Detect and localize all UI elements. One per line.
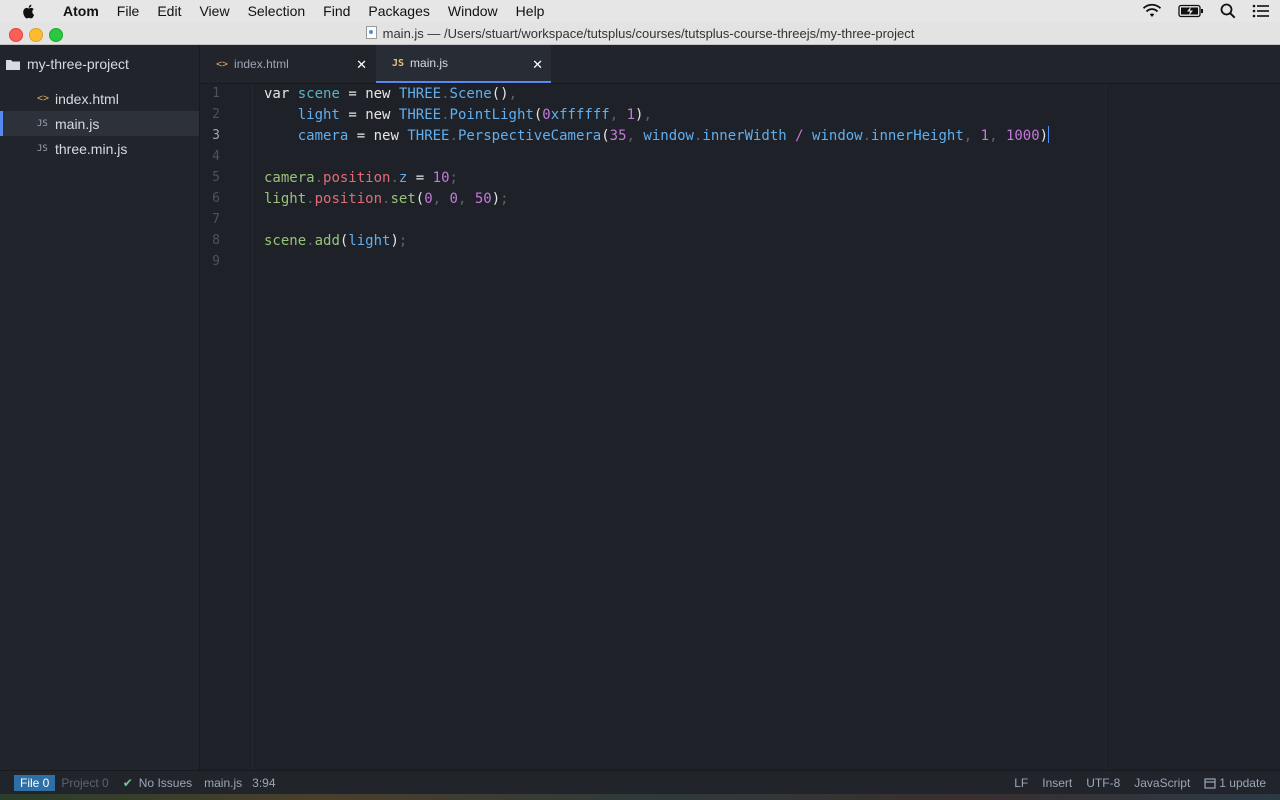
line-number: 2 [212,107,220,122]
package-updates[interactable]: 1 update [1204,776,1266,790]
tree-file-label: main.js [55,115,100,132]
line-number: 8 [212,233,220,248]
code-line[interactable]: light = new THREE.PointLight(0xffffff, 1… [264,105,652,126]
window-title-bar: main.js — /Users/stuart/workspace/tutspl… [0,22,1280,45]
js-file-icon: JS [37,143,48,154]
code-line-current[interactable]: camera = new THREE.PerspectiveCamera(35,… [264,126,1050,147]
menu-find[interactable]: Find [314,0,359,22]
notification-center-icon[interactable] [1252,4,1270,18]
tab-main-js[interactable]: JS main.js ✕ [376,45,551,83]
line-number: 9 [212,254,220,269]
tree-file-index-html[interactable]: <> index.html [0,86,199,111]
line-number: 1 [212,86,220,101]
tab-index-html[interactable]: <> index.html ✕ [200,45,375,83]
status-bar: File 0 Project 0 ✔ No Issues main.js 3:9… [0,770,1280,794]
maximize-window-button[interactable] [49,28,63,42]
menu-file[interactable]: File [108,0,149,22]
tree-view: my-three-project <> index.html JS main.j… [0,45,200,770]
linter-project-count[interactable]: Project 0 [61,776,108,790]
menu-help[interactable]: Help [507,0,554,22]
js-file-icon: JS [37,118,48,129]
html-file-icon: <> [216,58,229,70]
code-line[interactable]: scene.add(light); [264,231,407,252]
line-number: 7 [212,212,220,227]
code-line[interactable]: camera.position.z = 10; [264,168,458,189]
line-number: 5 [212,170,220,185]
text-cursor [1048,126,1050,143]
linter-file-count[interactable]: File 0 [14,775,56,791]
check-icon: ✔ [122,776,133,790]
tree-file-three-min-js[interactable]: JS three.min.js [0,136,199,161]
close-window-button[interactable] [9,28,23,42]
menu-bar-status-area [1142,0,1270,22]
wifi-icon[interactable] [1142,3,1162,19]
js-file-icon: JS [392,57,405,69]
tree-file-main-js[interactable]: JS main.js [0,111,199,136]
cursor-position[interactable]: 3:94 [252,776,275,790]
close-tab-icon[interactable]: ✕ [532,57,543,73]
tree-file-label: index.html [55,90,119,107]
html-file-icon: <> [37,93,50,104]
tree-file-label: three.min.js [55,140,128,157]
menu-selection[interactable]: Selection [239,0,315,22]
package-icon [1204,778,1216,789]
line-number: 6 [212,191,220,206]
package-updates-label: 1 update [1219,776,1266,790]
linter-issues[interactable]: No Issues [139,776,192,790]
menu-edit[interactable]: Edit [148,0,190,22]
spotlight-icon[interactable] [1220,3,1236,19]
battery-icon[interactable] [1178,4,1204,18]
code-editor[interactable]: 1 2 3 4 5 6 7 8 9 var scene = new THREE.… [200,84,1280,770]
project-name: my-three-project [27,56,129,72]
grammar-selector[interactable]: JavaScript [1134,776,1190,790]
menu-view[interactable]: View [190,0,238,22]
tab-bar: <> index.html ✕ JS main.js ✕ [200,45,1280,84]
tab-title: main.js [410,56,449,70]
document-proxy-icon[interactable] [365,26,377,39]
desktop-background-strip [0,794,1280,800]
macos-menu-bar: Atom File Edit View Selection Find Packa… [0,0,1280,22]
menu-packages[interactable]: Packages [359,0,438,22]
file-encoding[interactable]: UTF-8 [1086,776,1120,790]
code-lines[interactable]: var scene = new THREE.Scene(), light = n… [264,84,1264,770]
project-root-folder[interactable]: my-three-project [0,45,199,83]
close-tab-icon[interactable]: ✕ [356,57,367,73]
line-number-current: 3 [212,128,220,143]
minimize-window-button[interactable] [29,28,43,42]
code-line[interactable]: light.position.set(0, 0, 50); [264,189,509,210]
menu-window[interactable]: Window [439,0,507,22]
line-ending[interactable]: LF [1014,776,1028,790]
window-title: main.js — /Users/stuart/workspace/tutspl… [382,26,915,41]
apple-logo-icon[interactable] [20,2,38,20]
tab-title: index.html [234,57,289,71]
menu-app-name[interactable]: Atom [54,0,108,22]
code-line[interactable]: var scene = new THREE.Scene(), [264,84,517,105]
folder-icon [6,59,20,70]
editor-mode[interactable]: Insert [1042,776,1072,790]
status-filename[interactable]: main.js [204,776,242,790]
line-number: 4 [212,149,220,164]
line-number-gutter: 1 2 3 4 5 6 7 8 9 [200,84,253,770]
